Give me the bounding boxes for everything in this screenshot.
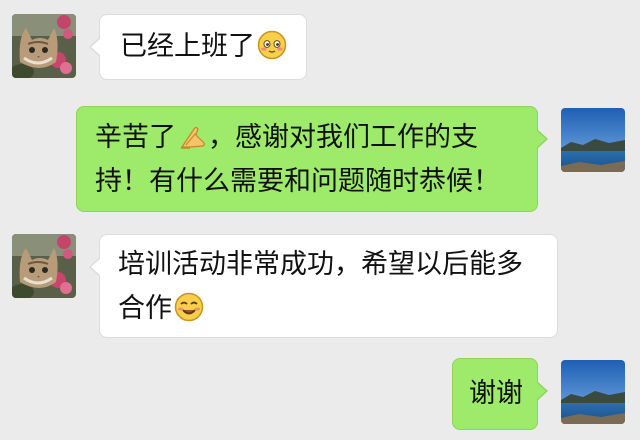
message-line-2: 合作 [118,287,539,331]
outgoing-message-bubble[interactable]: 谢谢 [452,358,548,430]
message-line-1: 培训活动非常成功，希望以后能多 [118,249,523,280]
message-text-part: ，感谢对我们工作的支 [208,122,478,153]
lake-mountain-avatar-icon [561,108,625,172]
chat-thread: 已经上班了 辛苦了 ，感谢对我们工作的支 持！有什么需要和问题随时恭候！ 培训活动… [0,0,640,440]
shy-smile-emoji-icon [257,30,287,60]
praying-hands-emoji-icon [178,121,208,151]
smile-emoji-icon [174,292,204,322]
contact-avatar[interactable] [12,234,76,298]
incoming-message-bubble[interactable]: 已经上班了 [89,14,307,80]
lake-mountain-avatar-icon [561,360,625,424]
cat-with-flowers-avatar-icon [12,14,76,78]
self-avatar[interactable] [561,108,625,172]
message-line-1: 辛苦了 ，感谢对我们工作的支 [95,116,521,160]
message-text-part: 辛苦了 [95,122,176,153]
cat-with-flowers-avatar-icon [12,234,76,298]
contact-avatar[interactable] [12,14,76,78]
message-text: 谢谢 [469,378,523,409]
self-avatar[interactable] [561,360,625,424]
message-text: 已经上班了 [120,31,255,62]
message-line-2: 持！有什么需要和问题随时恭候！ [95,166,500,197]
outgoing-message-bubble[interactable]: 辛苦了 ，感谢对我们工作的支 持！有什么需要和问题随时恭候！ [76,106,548,212]
message-text-part: 合作 [118,293,172,324]
incoming-message-bubble[interactable]: 培训活动非常成功，希望以后能多 合作 [89,234,558,338]
